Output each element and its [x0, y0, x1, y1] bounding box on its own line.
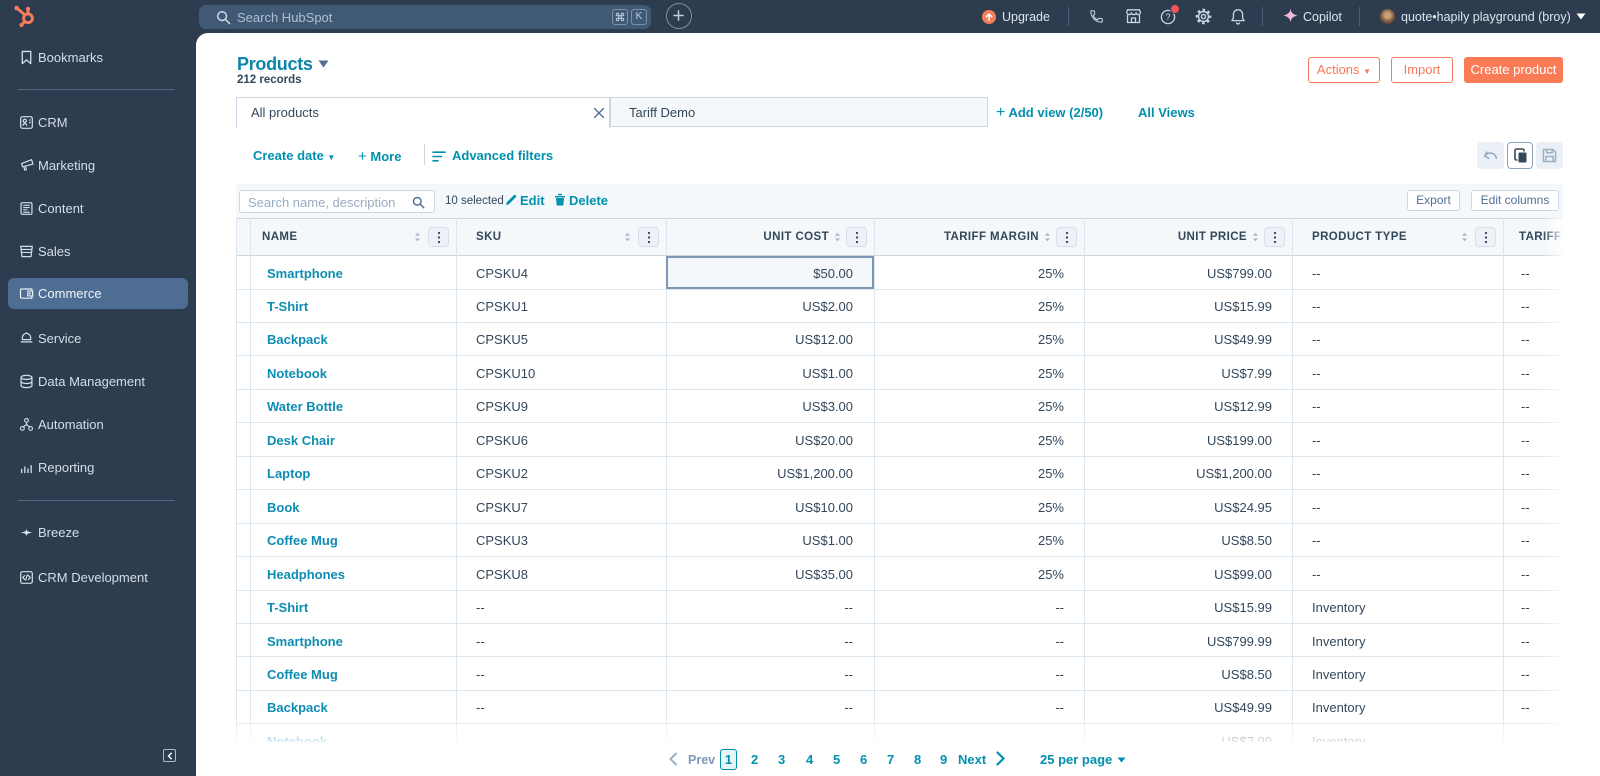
svg-text:?: ? [1165, 12, 1170, 22]
